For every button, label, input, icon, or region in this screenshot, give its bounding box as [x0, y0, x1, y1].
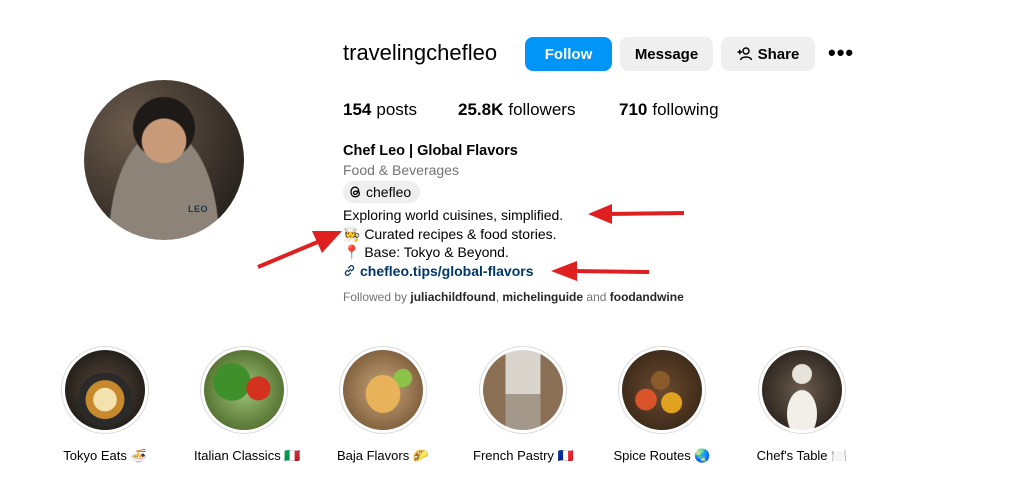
highlight-tokyo-eats[interactable]: Tokyo Eats 🍜 — [55, 346, 155, 464]
threads-icon — [350, 186, 361, 198]
share-button-label: Share — [757, 45, 800, 63]
following-label: following — [652, 100, 719, 119]
message-button[interactable]: Message — [620, 37, 713, 71]
threads-badge[interactable]: chefleo — [343, 181, 421, 203]
annotation-arrow-icon — [257, 231, 342, 269]
more-options-icon[interactable]: ••• — [828, 42, 854, 64]
tacos-icon — [343, 350, 423, 430]
annotation-arrow-icon — [551, 261, 650, 281]
followers-label: followers — [508, 100, 576, 119]
threads-handle: chefleo — [366, 183, 412, 200]
bio-category: Food & Beverages — [343, 161, 459, 178]
following-count: 710 — [619, 100, 648, 119]
highlight-label: Spice Routes 🌏 — [613, 448, 711, 463]
tomato-basil-icon — [204, 350, 284, 430]
profile-username: travelingchefleo — [343, 40, 498, 65]
stat-followers[interactable]: 25.8K followers — [458, 100, 575, 120]
spices-icon — [622, 350, 702, 430]
highlight-italian-classics[interactable]: Italian Classics 🇮🇹 — [194, 346, 301, 464]
highlight-chefs-table[interactable]: Chef's Table 🍽️ — [752, 346, 852, 464]
posts-label: posts — [376, 100, 418, 119]
eiffel-street-icon — [483, 350, 563, 430]
bio-link[interactable]: chefleo.tips/global-flavors — [343, 262, 533, 281]
stat-posts[interactable]: 154 posts — [343, 100, 417, 120]
annotation-arrow-icon — [588, 204, 685, 224]
followed-user-link[interactable]: foodandwine — [610, 290, 684, 304]
highlight-baja-flavors[interactable]: Baja Flavors 🌮 — [333, 346, 433, 464]
highlight-label: Baja Flavors 🌮 — [336, 448, 430, 463]
profile-avatar[interactable]: LEO — [84, 80, 244, 240]
followed-user-link[interactable]: juliachildfound — [410, 290, 495, 304]
avatar-badge-text: LEO — [188, 204, 209, 214]
highlight-label: French Pastry 🇫🇷 — [473, 448, 574, 463]
highlight-spice-routes[interactable]: Spice Routes 🌏 — [612, 346, 712, 464]
followed-and: and — [583, 289, 610, 304]
follow-button[interactable]: Follow — [525, 37, 612, 71]
chef-table-icon — [762, 350, 842, 430]
bio-name: Chef Leo | Global Flavors — [343, 143, 518, 159]
ramen-bowl-icon — [65, 350, 145, 430]
posts-count: 154 — [343, 100, 372, 119]
stat-following[interactable]: 710 following — [619, 100, 719, 120]
highlight-label: Italian Classics 🇮🇹 — [194, 448, 301, 463]
add-person-icon — [737, 47, 752, 61]
highlight-label: Chef's Table 🍽️ — [756, 448, 848, 463]
share-button[interactable]: Share — [721, 37, 815, 71]
followed-by: Followed by juliachildfound, michelingui… — [343, 288, 684, 307]
followed-user-link[interactable]: michelinguide — [502, 290, 583, 304]
bio-link-text: chefleo.tips/global-flavors — [360, 262, 534, 279]
followers-count: 25.8K — [458, 100, 504, 119]
highlight-french-pastry[interactable]: French Pastry 🇫🇷 — [473, 346, 574, 464]
followed-prefix: Followed by — [343, 289, 411, 304]
highlight-label: Tokyo Eats 🍜 — [63, 448, 147, 463]
